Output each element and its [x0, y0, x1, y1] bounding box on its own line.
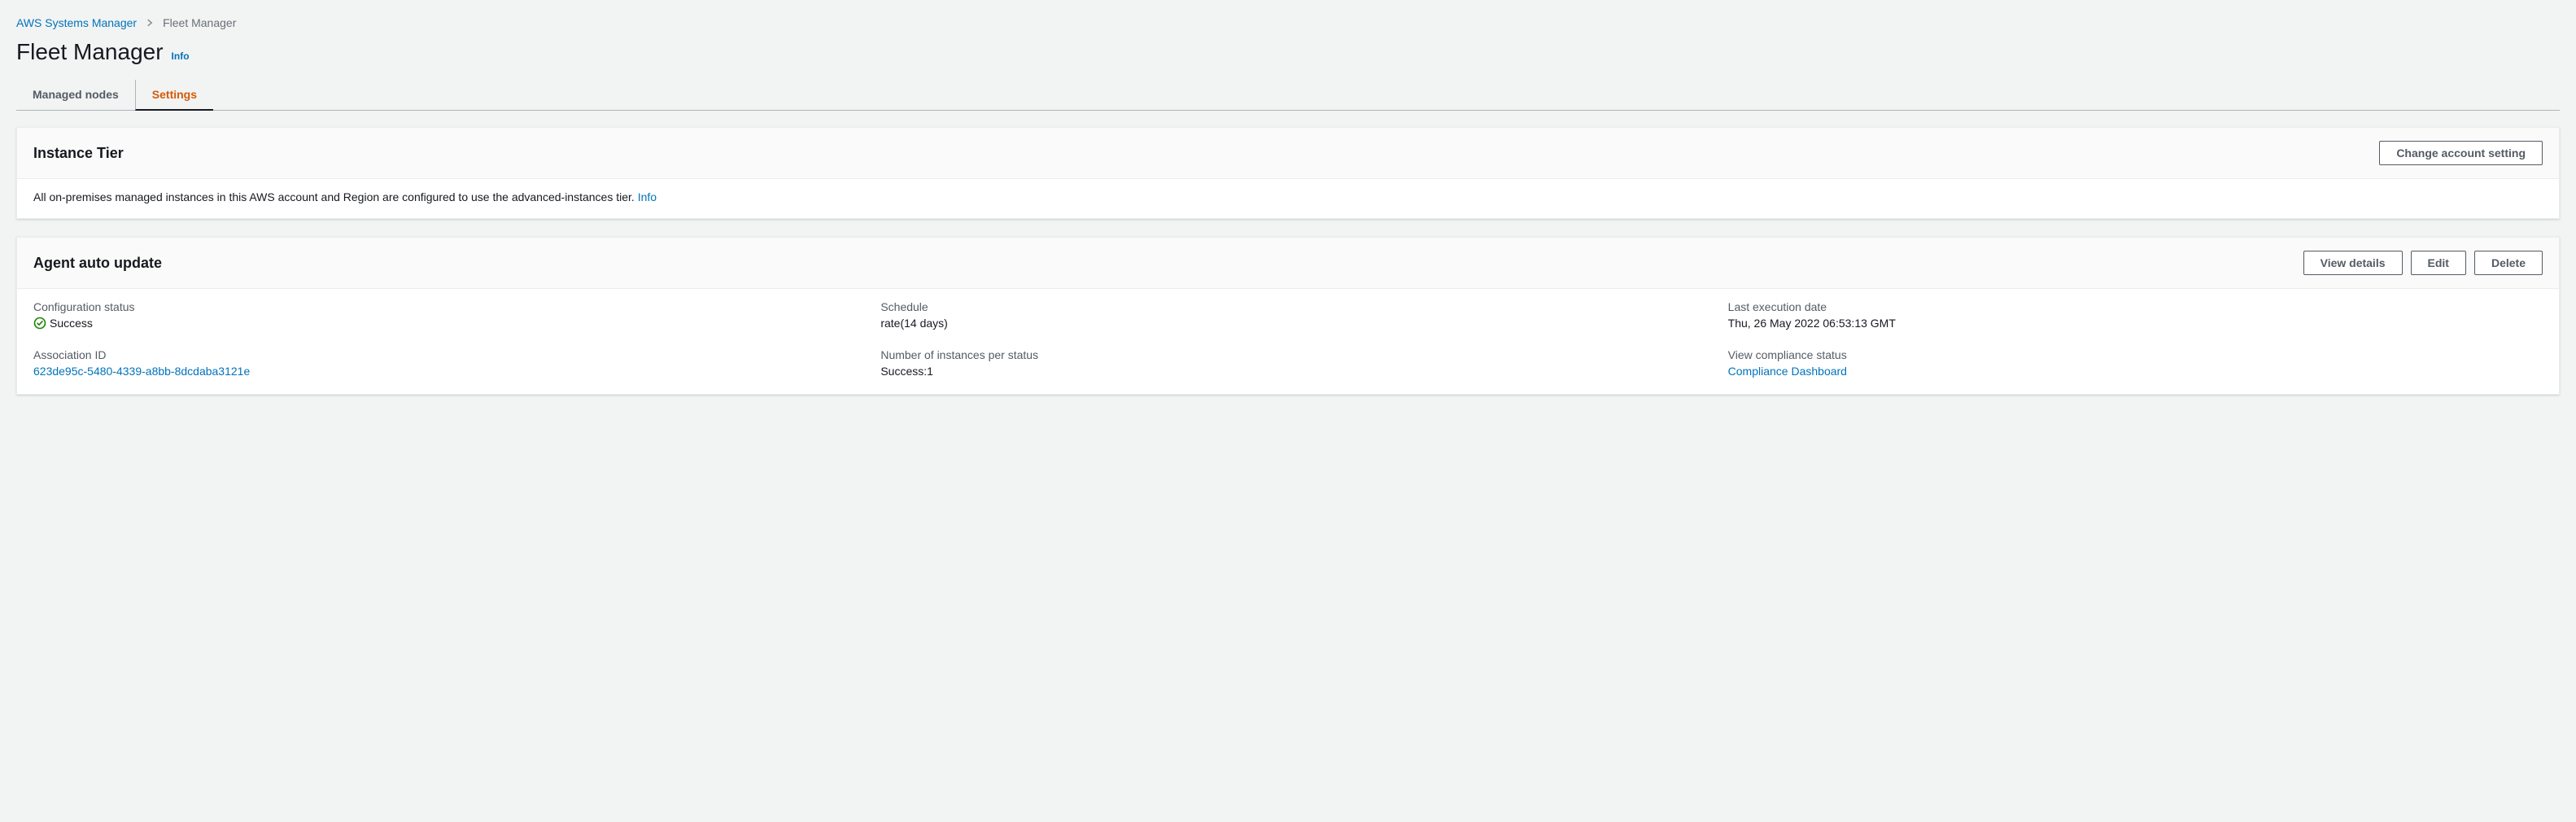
- breadcrumb: AWS Systems Manager Fleet Manager: [16, 16, 2560, 29]
- schedule-value: rate(14 days): [880, 317, 1695, 330]
- field-last-exec: Last execution date Thu, 26 May 2022 06:…: [1728, 300, 2543, 332]
- page-info-link[interactable]: Info: [172, 50, 190, 62]
- instance-tier-panel: Instance Tier Change account setting All…: [16, 127, 2560, 219]
- last-exec-label: Last execution date: [1728, 300, 2543, 313]
- field-config-status: Configuration status Success: [33, 300, 848, 332]
- num-instances-label: Number of instances per status: [880, 348, 1695, 361]
- agent-auto-update-title: Agent auto update: [33, 255, 162, 272]
- num-instances-value: Success:1: [880, 365, 1695, 378]
- tab-settings[interactable]: Settings: [135, 80, 213, 111]
- last-exec-value: Thu, 26 May 2022 06:53:13 GMT: [1728, 317, 2543, 330]
- association-id-label: Association ID: [33, 348, 848, 361]
- field-compliance: View compliance status Compliance Dashbo…: [1728, 348, 2543, 378]
- instance-tier-info-link[interactable]: Info: [638, 190, 657, 203]
- view-details-button[interactable]: View details: [2303, 251, 2403, 275]
- agent-auto-update-panel: Agent auto update View details Edit Dele…: [16, 237, 2560, 395]
- change-account-setting-button[interactable]: Change account setting: [2379, 141, 2543, 165]
- field-num-instances: Number of instances per status Success:1: [880, 348, 1695, 378]
- schedule-label: Schedule: [880, 300, 1695, 313]
- instance-tier-description: All on-premises managed instances in thi…: [33, 190, 657, 203]
- field-association-id: Association ID 623de95c-5480-4339-a8bb-8…: [33, 348, 848, 378]
- delete-button[interactable]: Delete: [2474, 251, 2543, 275]
- config-status-label: Configuration status: [33, 300, 848, 313]
- association-id-link[interactable]: 623de95c-5480-4339-a8bb-8dcdaba3121e: [33, 365, 848, 378]
- page-title: Fleet Manager: [16, 39, 164, 65]
- breadcrumb-root-link[interactable]: AWS Systems Manager: [16, 16, 137, 29]
- instance-tier-title: Instance Tier: [33, 145, 124, 162]
- breadcrumb-current: Fleet Manager: [163, 16, 236, 29]
- tab-managed-nodes[interactable]: Managed nodes: [16, 80, 135, 110]
- compliance-label: View compliance status: [1728, 348, 2543, 361]
- chevron-right-icon: [145, 18, 155, 28]
- success-check-icon: [33, 317, 46, 330]
- instance-tier-description-text: All on-premises managed instances in thi…: [33, 190, 635, 203]
- tabs: Managed nodes Settings: [16, 80, 2560, 111]
- compliance-dashboard-link[interactable]: Compliance Dashboard: [1728, 365, 2543, 378]
- edit-button[interactable]: Edit: [2411, 251, 2466, 275]
- field-schedule: Schedule rate(14 days): [880, 300, 1695, 332]
- config-status-value: Success: [50, 317, 93, 330]
